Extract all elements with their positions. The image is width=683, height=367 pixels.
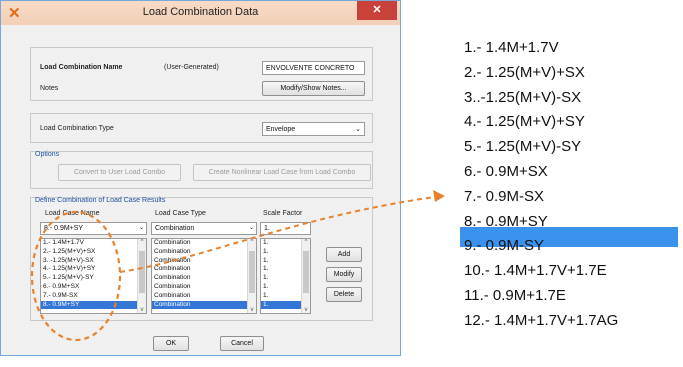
arrow-head-icon [433,190,445,202]
combination-item: 12.- 1.4M+1.7V+1.7AG [464,311,619,329]
pointer-arrow-line [119,195,443,273]
combination-item: 3..-1.25(M+V)-SX [464,88,582,106]
combination-item: 8.- 0.9M+SY [464,212,548,230]
combination-item: 2.- 1.25(M+V)+SX [464,63,585,81]
combination-item: 10.- 1.4M+1.7V+1.7E [464,262,607,280]
highlight-ellipse [30,210,122,342]
combination-item: 11.- 0.9M+1.7E [464,287,566,304]
combination-item: 9.- 0.9M-SY [464,237,545,255]
combination-item: 4.- 1.25(M+V)+SY [464,113,585,131]
combination-item: 5.- 1.25(M+V)-SY [464,138,582,156]
combination-item: 7.- 0.9M-SX [464,187,545,205]
combination-item: 1.- 1.4M+1.7V [464,39,559,56]
combination-item: 6.- 0.9M+SX [464,163,548,180]
